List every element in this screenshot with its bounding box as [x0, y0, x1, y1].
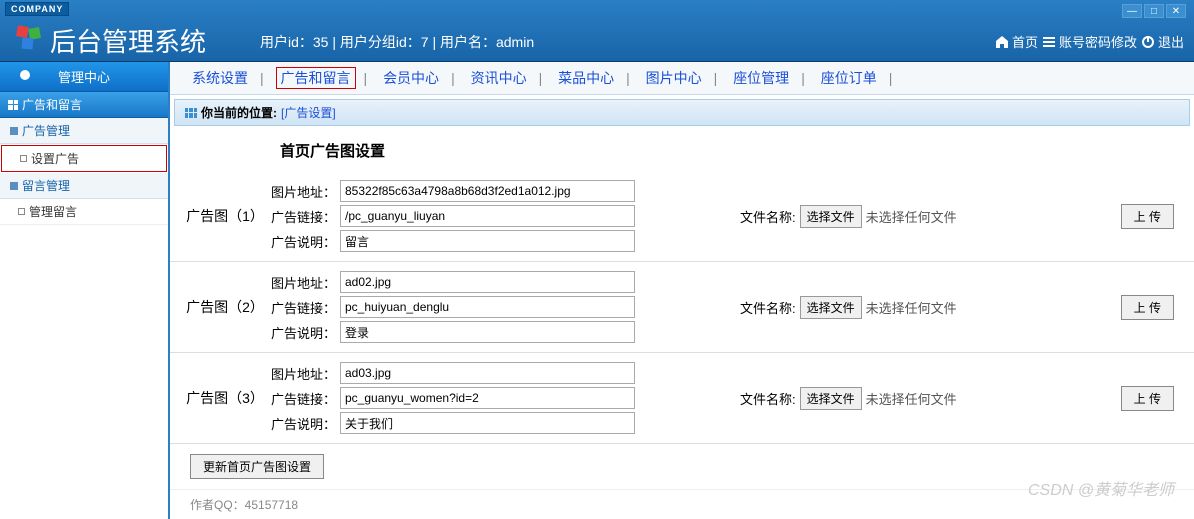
file-name-label: 文件名称:	[740, 298, 796, 317]
sidebar: 管理中心 广告和留言 广告管理 设置广告 留言管理 管理留言	[0, 62, 170, 519]
ad-label: 广告图（3）	[180, 388, 270, 408]
submit-button[interactable]: 更新首页广告图设置	[190, 454, 324, 479]
breadcrumb: 你当前的位置: [广告设置]	[174, 99, 1190, 126]
home-label: 首页	[1012, 32, 1038, 51]
list-icon	[1042, 35, 1056, 49]
user-info: 用户id：35 | 用户分组id：7 | 用户名：admin	[260, 32, 534, 52]
item-label: 管理留言	[29, 203, 77, 220]
sidebar-item-manage-msg[interactable]: 管理留言	[0, 199, 168, 225]
ad-link-input[interactable]	[340, 205, 635, 227]
breadcrumb-current: [广告设置]	[281, 104, 336, 121]
sidebar-group-msg[interactable]: 留言管理	[0, 173, 168, 199]
ad-desc-label: 广告说明：	[270, 323, 340, 342]
sidebar-item-set-ad[interactable]: 设置广告	[1, 145, 167, 172]
home-link[interactable]: 首页	[995, 32, 1038, 51]
top-nav: 系统设置| 广告和留言| 会员中心| 资讯中心| 菜品中心| 图片中心| 座位管…	[170, 62, 1194, 95]
img-addr-input[interactable]	[340, 271, 635, 293]
ad-label: 广告图（2）	[180, 297, 270, 317]
page-icon	[20, 155, 27, 162]
square-icon	[10, 127, 18, 135]
item-label: 设置广告	[31, 150, 79, 167]
file-status: 未选择任何文件	[866, 389, 957, 408]
password-label: 账号密码修改	[1059, 32, 1137, 51]
img-addr-input[interactable]	[340, 180, 635, 202]
ad-desc-label: 广告说明：	[270, 414, 340, 433]
img-addr-label: 图片地址：	[270, 364, 340, 383]
logout-label: 退出	[1158, 32, 1184, 51]
logo-icon	[15, 24, 43, 52]
img-addr-label: 图片地址：	[270, 273, 340, 292]
choose-file-button[interactable]: 选择文件	[800, 387, 862, 410]
nav-ad-msg[interactable]: 广告和留言	[276, 67, 356, 89]
power-icon	[1141, 35, 1155, 49]
nav-member[interactable]: 会员中心	[379, 68, 443, 88]
nav-system[interactable]: 系统设置	[188, 68, 252, 88]
company-tag: COMPANY	[5, 2, 69, 16]
ad-link-label: 广告链接：	[270, 389, 340, 408]
nav-seats[interactable]: 座位管理	[729, 68, 793, 88]
upload-button[interactable]: 上 传	[1121, 204, 1174, 229]
watermark: CSDN @黄菊华老师	[1028, 476, 1174, 500]
ad-desc-input[interactable]	[340, 230, 635, 252]
ad-desc-label: 广告说明：	[270, 232, 340, 251]
close-button[interactable]: ✕	[1166, 4, 1186, 18]
breadcrumb-icon	[185, 108, 197, 118]
file-status: 未选择任何文件	[866, 207, 957, 226]
sidebar-title: 管理中心	[0, 62, 168, 92]
sidebar-group-ad[interactable]: 广告管理	[0, 118, 168, 144]
upload-button[interactable]: 上 传	[1121, 295, 1174, 320]
choose-file-button[interactable]: 选择文件	[800, 296, 862, 319]
square-icon	[10, 182, 18, 190]
minimize-button[interactable]: —	[1122, 4, 1142, 18]
file-name-label: 文件名称:	[740, 389, 796, 408]
ad-desc-input[interactable]	[340, 321, 635, 343]
nav-images[interactable]: 图片中心	[642, 68, 706, 88]
ad-row: 广告图（3） 图片地址： 广告链接： 广告说明： 文件名称: 选择文件 未选择任…	[170, 353, 1194, 444]
window-controls: — □ ✕	[1122, 4, 1186, 18]
ad-desc-input[interactable]	[340, 412, 635, 434]
page-title: 首页广告图设置	[170, 130, 1194, 171]
maximize-button[interactable]: □	[1144, 4, 1164, 18]
ad-link-input[interactable]	[340, 387, 635, 409]
ad-row: 广告图（2） 图片地址： 广告链接： 广告说明： 文件名称: 选择文件 未选择任…	[170, 262, 1194, 353]
grid-icon	[8, 100, 18, 110]
nav-orders[interactable]: 座位订单	[817, 68, 881, 88]
group-label: 广告管理	[22, 122, 70, 139]
upload-button[interactable]: 上 传	[1121, 386, 1174, 411]
system-title: 后台管理系统	[50, 22, 206, 59]
choose-file-button[interactable]: 选择文件	[800, 205, 862, 228]
logout-link[interactable]: 退出	[1141, 32, 1184, 51]
ad-link-input[interactable]	[340, 296, 635, 318]
breadcrumb-prefix: 你当前的位置:	[201, 104, 277, 121]
password-link[interactable]: 账号密码修改	[1042, 32, 1137, 51]
ad-row: 广告图（1） 图片地址： 广告链接： 广告说明： 文件名称: 选择文件 未选择任…	[170, 171, 1194, 262]
nav-dishes[interactable]: 菜品中心	[554, 68, 618, 88]
img-addr-label: 图片地址：	[270, 182, 340, 201]
ad-label: 广告图（1）	[180, 206, 270, 226]
category-label: 广告和留言	[22, 96, 82, 113]
top-header: COMPANY 后台管理系统 用户id：35 | 用户分组id：7 | 用户名：…	[0, 0, 1194, 62]
sidebar-category[interactable]: 广告和留言	[0, 92, 168, 118]
page-icon	[18, 208, 25, 215]
group-label: 留言管理	[22, 177, 70, 194]
nav-news[interactable]: 资讯中心	[467, 68, 531, 88]
img-addr-input[interactable]	[340, 362, 635, 384]
home-icon	[995, 35, 1009, 49]
file-status: 未选择任何文件	[866, 298, 957, 317]
top-actions: 首页 账号密码修改 退出	[995, 32, 1184, 51]
file-name-label: 文件名称:	[740, 207, 796, 226]
ad-link-label: 广告链接：	[270, 298, 340, 317]
ad-link-label: 广告链接：	[270, 207, 340, 226]
